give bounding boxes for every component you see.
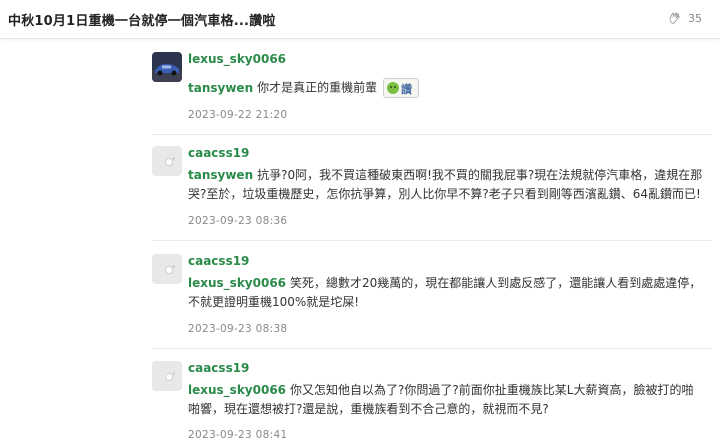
default-avatar[interactable]: [152, 146, 182, 176]
divider: [152, 134, 712, 135]
timestamp: 2023-09-23 08:36: [188, 215, 288, 227]
like-count: 35: [688, 11, 702, 25]
username[interactable]: caacss19: [188, 146, 249, 160]
like-sticker-icon: 讚: [382, 78, 419, 98]
reply-item: lexus_sky0066 tansywen 你才是真正的重機前輩 讚 2023-…: [152, 52, 712, 132]
reply-body: tansywen 你才是真正的重機前輩 讚: [188, 78, 703, 98]
timestamp: 2023-09-22 21:20: [188, 109, 288, 121]
thread-header: 中秋10月1日重機一台就停一個汽車格...讚啦 35: [0, 0, 720, 39]
divider: [152, 240, 712, 241]
thread-title: 中秋10月1日重機一台就停一個汽車格...讚啦: [8, 14, 276, 29]
reply-item: caacss19 tansywen 抗爭?0阿，我不買這種破東西啊!我不買的關我屁…: [152, 146, 712, 236]
reply-body: lexus_sky0066 你又怎知他自以為了?你問過了?前面你扯重機族比某L大薪…: [188, 381, 703, 419]
reply-body: lexus_sky0066 笑死，總數才20幾萬的，現在都能讓人到處反感了，還能讓…: [188, 274, 703, 312]
clap-icon: [669, 12, 680, 24]
reply-list: lexus_sky0066 tansywen 你才是真正的重機前輩 讚 2023-…: [0, 38, 720, 444]
default-avatar[interactable]: [152, 361, 182, 391]
username[interactable]: lexus_sky0066: [188, 52, 286, 66]
divider: [152, 348, 712, 349]
reply-body: tansywen 抗爭?0阿，我不買這種破東西啊!我不買的關我屁事?現在法規就停汽…: [188, 166, 703, 204]
like-button[interactable]: 35: [668, 11, 702, 25]
reply-item: caacss19 lexus_sky0066 你又怎知他自以為了?你問過了?前面你…: [152, 361, 712, 445]
mention-link[interactable]: tansywen: [188, 168, 253, 182]
reply-item: caacss19 lexus_sky0066 笑死，總數才20幾萬的，現在都能讓人…: [152, 254, 712, 344]
car-photo-avatar[interactable]: [152, 52, 182, 82]
username[interactable]: caacss19: [188, 254, 249, 268]
timestamp: 2023-09-23 08:38: [188, 323, 288, 335]
username[interactable]: caacss19: [188, 361, 249, 375]
mention-link[interactable]: lexus_sky0066: [188, 276, 286, 290]
reply-text: 抗爭?0阿，我不買這種破東西啊!我不買的關我屁事?現在法規就停汽車格，違規在那哭…: [188, 168, 703, 201]
mention-link[interactable]: tansywen: [188, 81, 253, 95]
timestamp: 2023-09-23 08:41: [188, 429, 288, 441]
default-avatar[interactable]: [152, 254, 182, 284]
sticker-label: 讚: [400, 83, 412, 96]
mention-link[interactable]: lexus_sky0066: [188, 383, 286, 397]
reply-text: 你才是真正的重機前輩: [257, 80, 378, 95]
